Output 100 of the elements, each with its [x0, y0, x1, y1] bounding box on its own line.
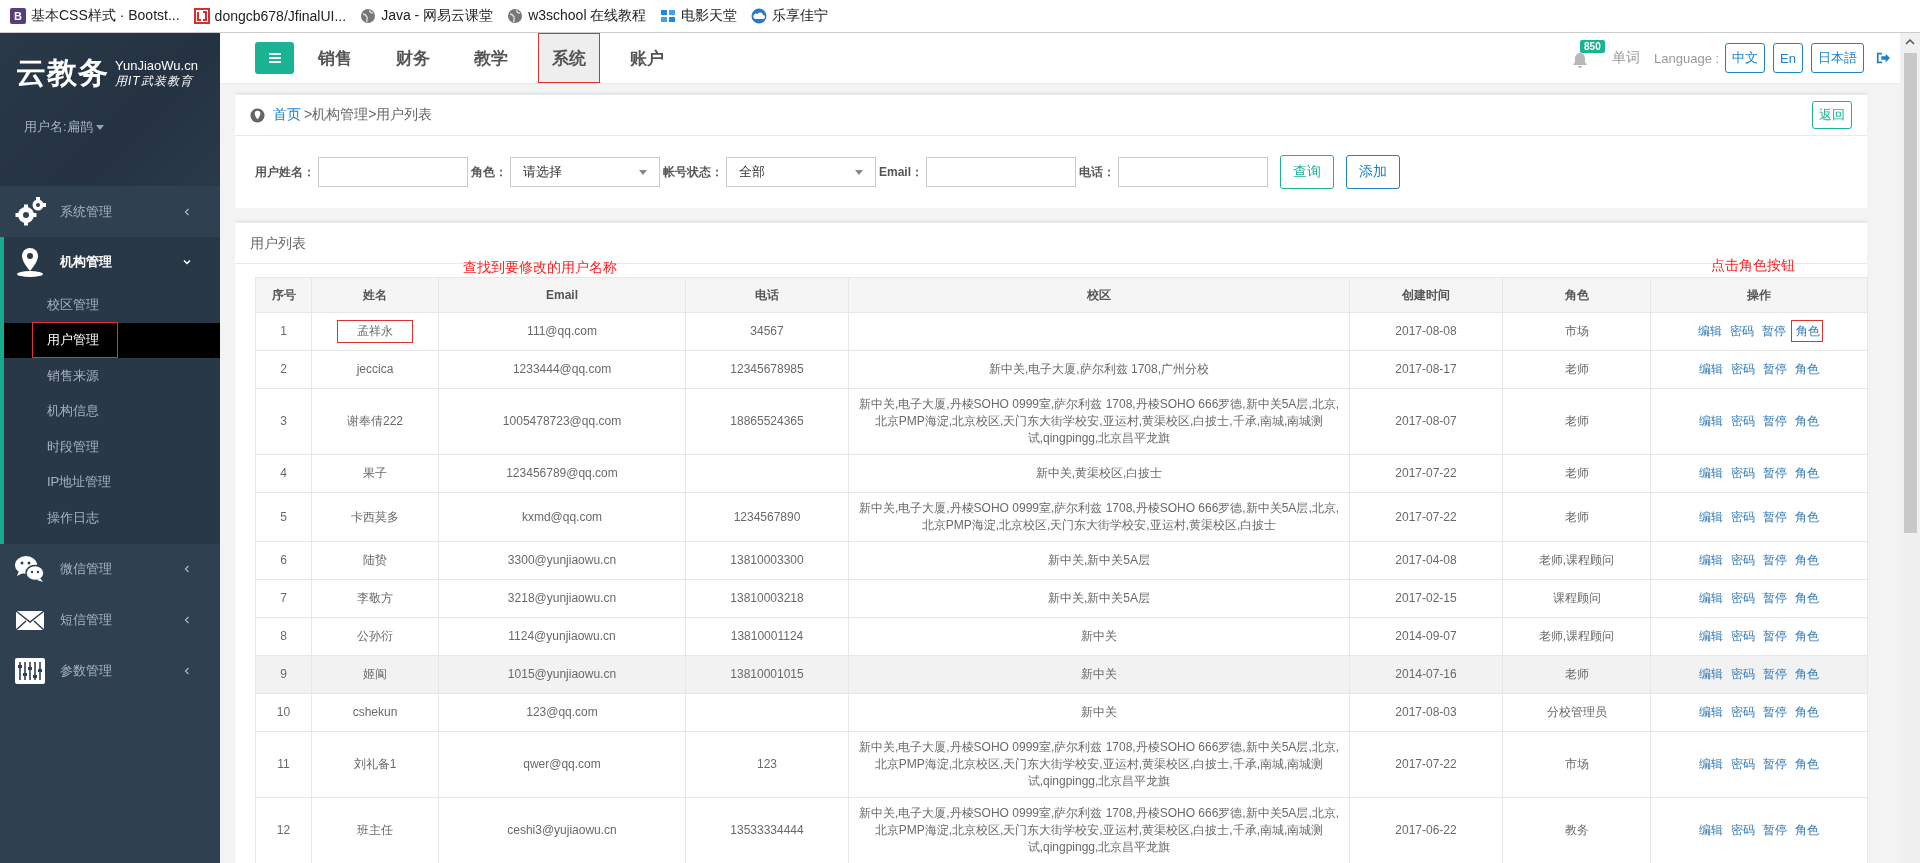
bookmark-link[interactable]: dongcb678/JfinalUI... — [193, 8, 347, 24]
action-link[interactable]: 暂停 — [1760, 359, 1790, 379]
action-link[interactable]: 密码 — [1728, 588, 1758, 608]
nav-tab[interactable]: 系统 — [538, 33, 600, 83]
sidebar-menu-item[interactable]: 机构管理 — [4, 237, 220, 287]
action-link[interactable]: 暂停 — [1760, 820, 1790, 840]
action-link[interactable]: 密码 — [1728, 463, 1758, 483]
language-button[interactable]: En — [1773, 43, 1803, 73]
action-link[interactable]: 编辑 — [1696, 463, 1726, 483]
action-link[interactable]: 密码 — [1728, 754, 1758, 774]
action-link[interactable]: 角色 — [1791, 320, 1823, 342]
bookmark-link[interactable]: w3school 在线教程 — [507, 7, 647, 25]
action-link[interactable]: 暂停 — [1760, 702, 1790, 722]
action-link[interactable]: 角色 — [1792, 626, 1822, 646]
back-button[interactable]: 返回 — [1812, 101, 1852, 129]
action-link[interactable]: 密码 — [1728, 411, 1758, 431]
action-link[interactable]: 角色 — [1792, 588, 1822, 608]
action-link[interactable]: 编辑 — [1696, 588, 1726, 608]
action-link[interactable]: 角色 — [1792, 359, 1822, 379]
action-link[interactable]: 角色 — [1792, 754, 1822, 774]
phone-cell: 12345678985 — [730, 362, 804, 376]
action-link[interactable]: 编辑 — [1696, 411, 1726, 431]
action-link[interactable]: 暂停 — [1760, 411, 1790, 431]
words-link[interactable]: 单词 — [1612, 49, 1640, 67]
sidebar-menu-item[interactable]: 短信管理 — [0, 594, 220, 646]
filter-button[interactable]: 查询 — [1280, 155, 1334, 189]
action-link[interactable]: 角色 — [1792, 463, 1822, 483]
action-link[interactable]: 编辑 — [1696, 626, 1726, 646]
gears-icon — [14, 195, 46, 228]
number-cell: 4 — [280, 466, 287, 480]
action-link[interactable]: 密码 — [1728, 664, 1758, 684]
scrollbar-thumb[interactable] — [1904, 53, 1917, 533]
bookmark-link[interactable]: 乐享佳宁 — [751, 7, 829, 25]
action-link[interactable]: 密码 — [1728, 702, 1758, 722]
bell-icon[interactable] — [1572, 52, 1588, 68]
sidebar-submenu-item[interactable]: 校区管理 — [32, 286, 110, 323]
action-link[interactable]: 暂停 — [1760, 550, 1790, 570]
nav-tab[interactable]: 财务 — [382, 33, 444, 83]
select-field[interactable]: 请选择 — [510, 157, 660, 187]
language-button[interactable]: 中文 — [1725, 43, 1766, 73]
action-link[interactable]: 暂停 — [1760, 626, 1790, 646]
sidebar-menu-item[interactable]: 系统管理 — [0, 186, 220, 237]
action-link[interactable]: 角色 — [1792, 506, 1822, 527]
breadcrumb-link[interactable]: 首页 — [273, 106, 301, 124]
action-link[interactable]: 编辑 — [1696, 550, 1726, 570]
action-link[interactable]: 暂停 — [1759, 321, 1789, 341]
sidebar-submenu-item[interactable]: 销售来源 — [32, 357, 110, 394]
action-link[interactable]: 编辑 — [1696, 664, 1726, 684]
action-link[interactable]: 角色 — [1792, 820, 1822, 840]
filter-button[interactable]: 添加 — [1346, 155, 1400, 189]
input-field[interactable] — [318, 157, 468, 187]
action-link[interactable]: 暂停 — [1760, 664, 1790, 684]
action-link[interactable]: 编辑 — [1696, 702, 1726, 722]
sidebar-submenu-item[interactable]: 操作日志 — [32, 499, 110, 536]
action-link[interactable]: 暂停 — [1760, 754, 1790, 774]
input-field[interactable] — [926, 157, 1076, 187]
action-link[interactable]: 密码 — [1728, 550, 1758, 570]
action-link[interactable]: 编辑 — [1696, 506, 1726, 527]
date-cell: 2017-08-08 — [1395, 324, 1457, 338]
menu-button[interactable] — [255, 42, 294, 74]
language-button[interactable]: 日本語 — [1811, 43, 1864, 73]
action-link[interactable]: 角色 — [1792, 702, 1822, 722]
action-link[interactable]: 密码 — [1728, 820, 1758, 840]
bookmark-link[interactable]: B 基本CSS样式 · Bootst... — [10, 7, 180, 25]
nav-tab[interactable]: 销售 — [304, 33, 366, 83]
sidebar-submenu-item[interactable]: 用户管理 — [32, 322, 118, 359]
campus-cell: 新中关,黄渠校区,白披士 — [1035, 465, 1163, 482]
sidebar-submenu-item[interactable]: 时段管理 — [32, 428, 110, 465]
number-cell: 3 — [280, 414, 287, 428]
nav-tab[interactable]: 账户 — [616, 33, 678, 83]
sidebar-submenu-item[interactable]: IP地址管理 — [32, 464, 123, 501]
input-field[interactable] — [1118, 157, 1268, 187]
scroll-up-icon[interactable] — [1905, 39, 1915, 45]
bookmark-link[interactable]: Java - 网易云课堂 — [360, 7, 494, 25]
scrollbar[interactable] — [1900, 33, 1920, 863]
action-link[interactable]: 暂停 — [1760, 506, 1790, 527]
name-cell-text: 果子 — [362, 465, 388, 482]
action-link[interactable]: 密码 — [1728, 359, 1758, 379]
action-link[interactable]: 编辑 — [1696, 754, 1726, 774]
action-link[interactable]: 密码 — [1728, 506, 1758, 527]
action-link[interactable]: 编辑 — [1696, 820, 1726, 840]
action-link[interactable]: 暂停 — [1760, 588, 1790, 608]
action-link[interactable]: 密码 — [1728, 626, 1758, 646]
campus-cell-text: 新中关,电子大厦,丹棱SOHO 0999室,萨尔利兹 1708,丹棱SOHO 666罗德,新中关5A层,北京,北京PMP海淀,北京校区,天门东大街学校安,亚运村,黄渠校区,白披士,千承,南城,南城测试,qingpingg,北京昌平龙旗 — [857, 805, 1341, 856]
action-link[interactable]: 角色 — [1792, 664, 1822, 684]
sidebar-menu-item[interactable]: 参数管理 — [0, 645, 220, 697]
bookmark-link[interactable]: 电影天堂 — [660, 7, 738, 25]
user-menu[interactable]: 用户名:扁鹊 — [24, 118, 104, 136]
action-link[interactable]: 角色 — [1792, 550, 1822, 570]
action-link[interactable]: 编辑 — [1695, 321, 1725, 341]
campus-cell: 新中关,电子大厦,萨尔利兹 1708,广州分校 — [989, 361, 1209, 378]
sidebar-menu-item[interactable]: 微信管理 — [0, 543, 220, 595]
action-link[interactable]: 密码 — [1727, 321, 1757, 341]
action-link[interactable]: 编辑 — [1696, 359, 1726, 379]
nav-tab[interactable]: 教学 — [460, 33, 522, 83]
logout-icon[interactable] — [1876, 51, 1890, 65]
action-link[interactable]: 角色 — [1792, 411, 1822, 431]
select-field[interactable]: 全部 — [726, 157, 876, 187]
sidebar-submenu-item[interactable]: 机构信息 — [32, 393, 110, 430]
action-link[interactable]: 暂停 — [1760, 463, 1790, 483]
